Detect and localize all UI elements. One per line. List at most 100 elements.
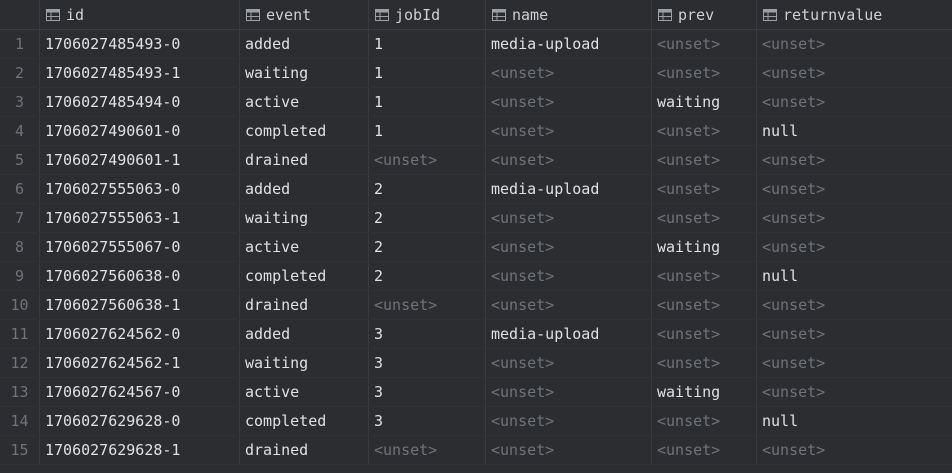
- cell-event[interactable]: drained: [240, 291, 369, 319]
- cell-event[interactable]: drained: [240, 146, 369, 174]
- table-row[interactable]: 12 1706027624562-1 waiting 3 <unset> <un…: [0, 349, 952, 378]
- cell-returnvalue[interactable]: <unset>: [757, 233, 952, 261]
- table-row[interactable]: 9 1706027560638-0 completed 2 <unset> <u…: [0, 262, 952, 291]
- cell-returnvalue[interactable]: <unset>: [757, 378, 952, 406]
- table-row[interactable]: 13 1706027624567-0 active 3 <unset> wait…: [0, 378, 952, 407]
- cell-id[interactable]: 1706027485493-1: [40, 59, 240, 87]
- cell-returnvalue[interactable]: <unset>: [757, 320, 952, 348]
- cell-name[interactable]: <unset>: [486, 349, 652, 377]
- table-row[interactable]: 7 1706027555063-1 waiting 2 <unset> <uns…: [0, 204, 952, 233]
- cell-name[interactable]: <unset>: [486, 59, 652, 87]
- cell-returnvalue[interactable]: null: [757, 407, 952, 435]
- table-row[interactable]: 8 1706027555067-0 active 2 <unset> waiti…: [0, 233, 952, 262]
- cell-id[interactable]: 1706027560638-1: [40, 291, 240, 319]
- cell-jobid[interactable]: 1: [369, 30, 486, 58]
- cell-jobid[interactable]: 3: [369, 320, 486, 348]
- cell-id[interactable]: 1706027624562-0: [40, 320, 240, 348]
- cell-prev[interactable]: <unset>: [652, 349, 757, 377]
- cell-jobid[interactable]: <unset>: [369, 146, 486, 174]
- cell-event[interactable]: completed: [240, 117, 369, 145]
- cell-jobid[interactable]: 3: [369, 349, 486, 377]
- cell-jobid[interactable]: 1: [369, 88, 486, 116]
- cell-name[interactable]: <unset>: [486, 291, 652, 319]
- cell-name[interactable]: media-upload: [486, 30, 652, 58]
- column-header-id[interactable]: id: [40, 0, 240, 29]
- cell-event[interactable]: drained: [240, 436, 369, 464]
- column-header-name[interactable]: name: [486, 0, 652, 29]
- cell-name[interactable]: <unset>: [486, 436, 652, 464]
- column-header-returnvalue[interactable]: returnvalue: [757, 0, 952, 29]
- cell-id[interactable]: 1706027629628-0: [40, 407, 240, 435]
- table-row[interactable]: 6 1706027555063-0 added 2 media-upload <…: [0, 175, 952, 204]
- cell-returnvalue[interactable]: <unset>: [757, 291, 952, 319]
- cell-returnvalue[interactable]: <unset>: [757, 175, 952, 203]
- table-row[interactable]: 2 1706027485493-1 waiting 1 <unset> <uns…: [0, 59, 952, 88]
- cell-jobid[interactable]: <unset>: [369, 291, 486, 319]
- cell-returnvalue[interactable]: <unset>: [757, 204, 952, 232]
- cell-name[interactable]: media-upload: [486, 175, 652, 203]
- table-row[interactable]: 11 1706027624562-0 added 3 media-upload …: [0, 320, 952, 349]
- cell-name[interactable]: <unset>: [486, 117, 652, 145]
- cell-prev[interactable]: <unset>: [652, 30, 757, 58]
- cell-name[interactable]: <unset>: [486, 407, 652, 435]
- cell-prev[interactable]: waiting: [652, 88, 757, 116]
- cell-event[interactable]: completed: [240, 262, 369, 290]
- cell-returnvalue[interactable]: <unset>: [757, 146, 952, 174]
- cell-event[interactable]: added: [240, 175, 369, 203]
- cell-event[interactable]: active: [240, 233, 369, 261]
- cell-event[interactable]: waiting: [240, 59, 369, 87]
- cell-returnvalue[interactable]: <unset>: [757, 30, 952, 58]
- cell-jobid[interactable]: 2: [369, 175, 486, 203]
- cell-jobid[interactable]: 2: [369, 233, 486, 261]
- cell-id[interactable]: 1706027629628-1: [40, 436, 240, 464]
- cell-event[interactable]: added: [240, 320, 369, 348]
- table-row[interactable]: 15 1706027629628-1 drained <unset> <unse…: [0, 436, 952, 465]
- table-row[interactable]: 3 1706027485494-0 active 1 <unset> waiti…: [0, 88, 952, 117]
- cell-name[interactable]: <unset>: [486, 204, 652, 232]
- cell-event[interactable]: waiting: [240, 349, 369, 377]
- column-header-prev[interactable]: prev: [652, 0, 757, 29]
- cell-prev[interactable]: <unset>: [652, 146, 757, 174]
- cell-prev[interactable]: waiting: [652, 233, 757, 261]
- cell-name[interactable]: <unset>: [486, 233, 652, 261]
- cell-prev[interactable]: waiting: [652, 378, 757, 406]
- cell-returnvalue[interactable]: <unset>: [757, 88, 952, 116]
- cell-name[interactable]: <unset>: [486, 88, 652, 116]
- cell-jobid[interactable]: 2: [369, 262, 486, 290]
- cell-prev[interactable]: <unset>: [652, 320, 757, 348]
- cell-prev[interactable]: <unset>: [652, 436, 757, 464]
- cell-name[interactable]: <unset>: [486, 378, 652, 406]
- cell-name[interactable]: <unset>: [486, 262, 652, 290]
- cell-jobid[interactable]: 1: [369, 117, 486, 145]
- cell-prev[interactable]: <unset>: [652, 175, 757, 203]
- cell-returnvalue[interactable]: null: [757, 117, 952, 145]
- table-row[interactable]: 5 1706027490601-1 drained <unset> <unset…: [0, 146, 952, 175]
- column-header-event[interactable]: event: [240, 0, 369, 29]
- cell-prev[interactable]: <unset>: [652, 117, 757, 145]
- cell-name[interactable]: <unset>: [486, 146, 652, 174]
- table-row[interactable]: 4 1706027490601-0 completed 1 <unset> <u…: [0, 117, 952, 146]
- cell-jobid[interactable]: <unset>: [369, 436, 486, 464]
- cell-name[interactable]: media-upload: [486, 320, 652, 348]
- cell-id[interactable]: 1706027555063-0: [40, 175, 240, 203]
- cell-prev[interactable]: <unset>: [652, 204, 757, 232]
- cell-id[interactable]: 1706027485493-0: [40, 30, 240, 58]
- cell-jobid[interactable]: 3: [369, 407, 486, 435]
- cell-id[interactable]: 1706027624567-0: [40, 378, 240, 406]
- cell-id[interactable]: 1706027490601-0: [40, 117, 240, 145]
- cell-event[interactable]: waiting: [240, 204, 369, 232]
- cell-id[interactable]: 1706027555063-1: [40, 204, 240, 232]
- table-row[interactable]: 1 1706027485493-0 added 1 media-upload <…: [0, 30, 952, 59]
- cell-prev[interactable]: <unset>: [652, 262, 757, 290]
- cell-prev[interactable]: <unset>: [652, 59, 757, 87]
- cell-returnvalue[interactable]: null: [757, 262, 952, 290]
- cell-event[interactable]: active: [240, 88, 369, 116]
- column-header-jobid[interactable]: jobId: [369, 0, 486, 29]
- cell-event[interactable]: active: [240, 378, 369, 406]
- cell-event[interactable]: completed: [240, 407, 369, 435]
- cell-id[interactable]: 1706027555067-0: [40, 233, 240, 261]
- cell-jobid[interactable]: 3: [369, 378, 486, 406]
- cell-id[interactable]: 1706027560638-0: [40, 262, 240, 290]
- cell-jobid[interactable]: 1: [369, 59, 486, 87]
- cell-jobid[interactable]: 2: [369, 204, 486, 232]
